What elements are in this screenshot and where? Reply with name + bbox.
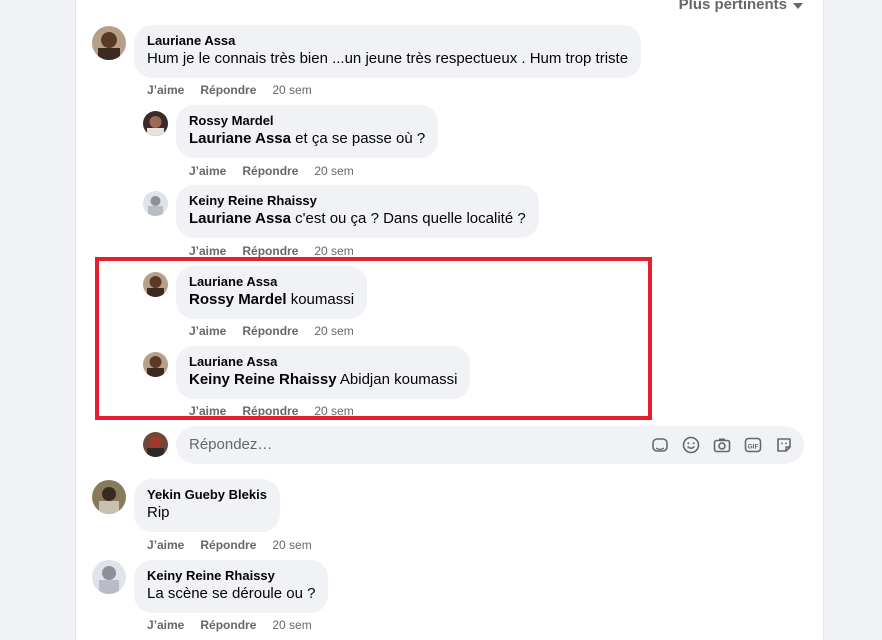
comment-author[interactable]: Lauriane Assa	[147, 33, 628, 49]
comment-bubble: Yekin Gueby Blekis Rip	[134, 479, 280, 532]
avatar[interactable]	[92, 480, 126, 514]
avatar[interactable]	[143, 191, 168, 216]
comment-bubble: Keiny Reine Rhaissy Lauriane Assa c'est …	[176, 185, 539, 238]
comment-timestamp[interactable]: 20 sem	[272, 83, 311, 97]
comment-timestamp[interactable]: 20 sem	[272, 538, 311, 552]
comment-text: Rip	[147, 503, 267, 523]
sticker-icon[interactable]	[650, 435, 670, 455]
like-button[interactable]: J’aime	[147, 618, 184, 632]
comment-author[interactable]: Keiny Reine Rhaissy	[189, 193, 526, 209]
emoji-icon[interactable]	[681, 435, 701, 455]
comment-body: La scène se déroule ou ?	[147, 585, 316, 602]
reply-input[interactable]: Répondez… GIF	[176, 426, 804, 464]
reply-button[interactable]: Répondre	[200, 83, 256, 97]
like-button[interactable]: J’aime	[147, 83, 184, 97]
comment-actions: J’aime Répondre 20 sem	[147, 538, 312, 552]
highlight-box	[95, 257, 652, 420]
reply-placeholder: Répondez…	[189, 436, 273, 453]
avatar[interactable]	[92, 560, 126, 594]
camera-icon[interactable]	[712, 435, 732, 455]
avatar[interactable]	[92, 26, 126, 60]
avatar-sticker-icon[interactable]	[774, 435, 794, 455]
mention-link[interactable]: Lauriane Assa	[189, 210, 291, 227]
like-button[interactable]: J’aime	[147, 538, 184, 552]
comment-actions: J’aime Répondre 20 sem	[189, 244, 354, 258]
reply-button[interactable]: Répondre	[242, 244, 298, 258]
reply-button[interactable]: Répondre	[242, 164, 298, 178]
current-user-avatar[interactable]	[143, 432, 168, 457]
reply-button[interactable]: Répondre	[200, 618, 256, 632]
comment-bubble: Keiny Reine Rhaissy La scène se déroule …	[134, 560, 329, 613]
comment-author[interactable]: Keiny Reine Rhaissy	[147, 568, 315, 584]
comment-author[interactable]: Rossy Mardel	[189, 113, 425, 129]
comment-text: Hum je le connais très bien ...un jeune …	[147, 49, 628, 69]
comment-timestamp[interactable]: 20 sem	[314, 164, 353, 178]
comment-text: Lauriane Assa et ça se passe où ?	[189, 129, 425, 149]
comment-actions: J’aime Répondre 20 sem	[189, 164, 354, 178]
comment-body: Rip	[147, 504, 170, 521]
comment-body: et ça se passe où ?	[291, 130, 426, 147]
comment-bubble: Lauriane Assa Hum je le connais très bie…	[134, 25, 642, 78]
like-button[interactable]: J’aime	[189, 164, 226, 178]
sort-label: Plus pertinents	[678, 0, 787, 13]
reply-tools: GIF	[650, 435, 794, 455]
comment-timestamp[interactable]: 20 sem	[314, 244, 353, 258]
svg-text:GIF: GIF	[748, 443, 759, 450]
avatar[interactable]	[143, 111, 168, 136]
reply-button[interactable]: Répondre	[200, 538, 256, 552]
mention-link[interactable]: Lauriane Assa	[189, 130, 291, 147]
sort-dropdown[interactable]: Plus pertinents	[679, 0, 803, 13]
comment-body: Hum je le connais très bien ...un jeune …	[147, 50, 629, 67]
comment-author[interactable]: Yekin Gueby Blekis	[147, 487, 267, 503]
chevron-down-icon	[793, 2, 803, 9]
comment-actions: J’aime Répondre 20 sem	[147, 83, 312, 97]
comment-timestamp[interactable]: 20 sem	[272, 618, 311, 632]
comment-body: c'est ou ça ? Dans quelle localité ?	[291, 210, 526, 227]
comment-actions: J’aime Répondre 20 sem	[147, 618, 312, 632]
comment-bubble: Rossy Mardel Lauriane Assa et ça se pass…	[176, 105, 439, 158]
comment-text: La scène se déroule ou ?	[147, 584, 315, 604]
comment-text: Lauriane Assa c'est ou ça ? Dans quelle …	[189, 209, 526, 229]
gif-icon[interactable]: GIF	[743, 435, 763, 455]
like-button[interactable]: J’aime	[189, 244, 226, 258]
